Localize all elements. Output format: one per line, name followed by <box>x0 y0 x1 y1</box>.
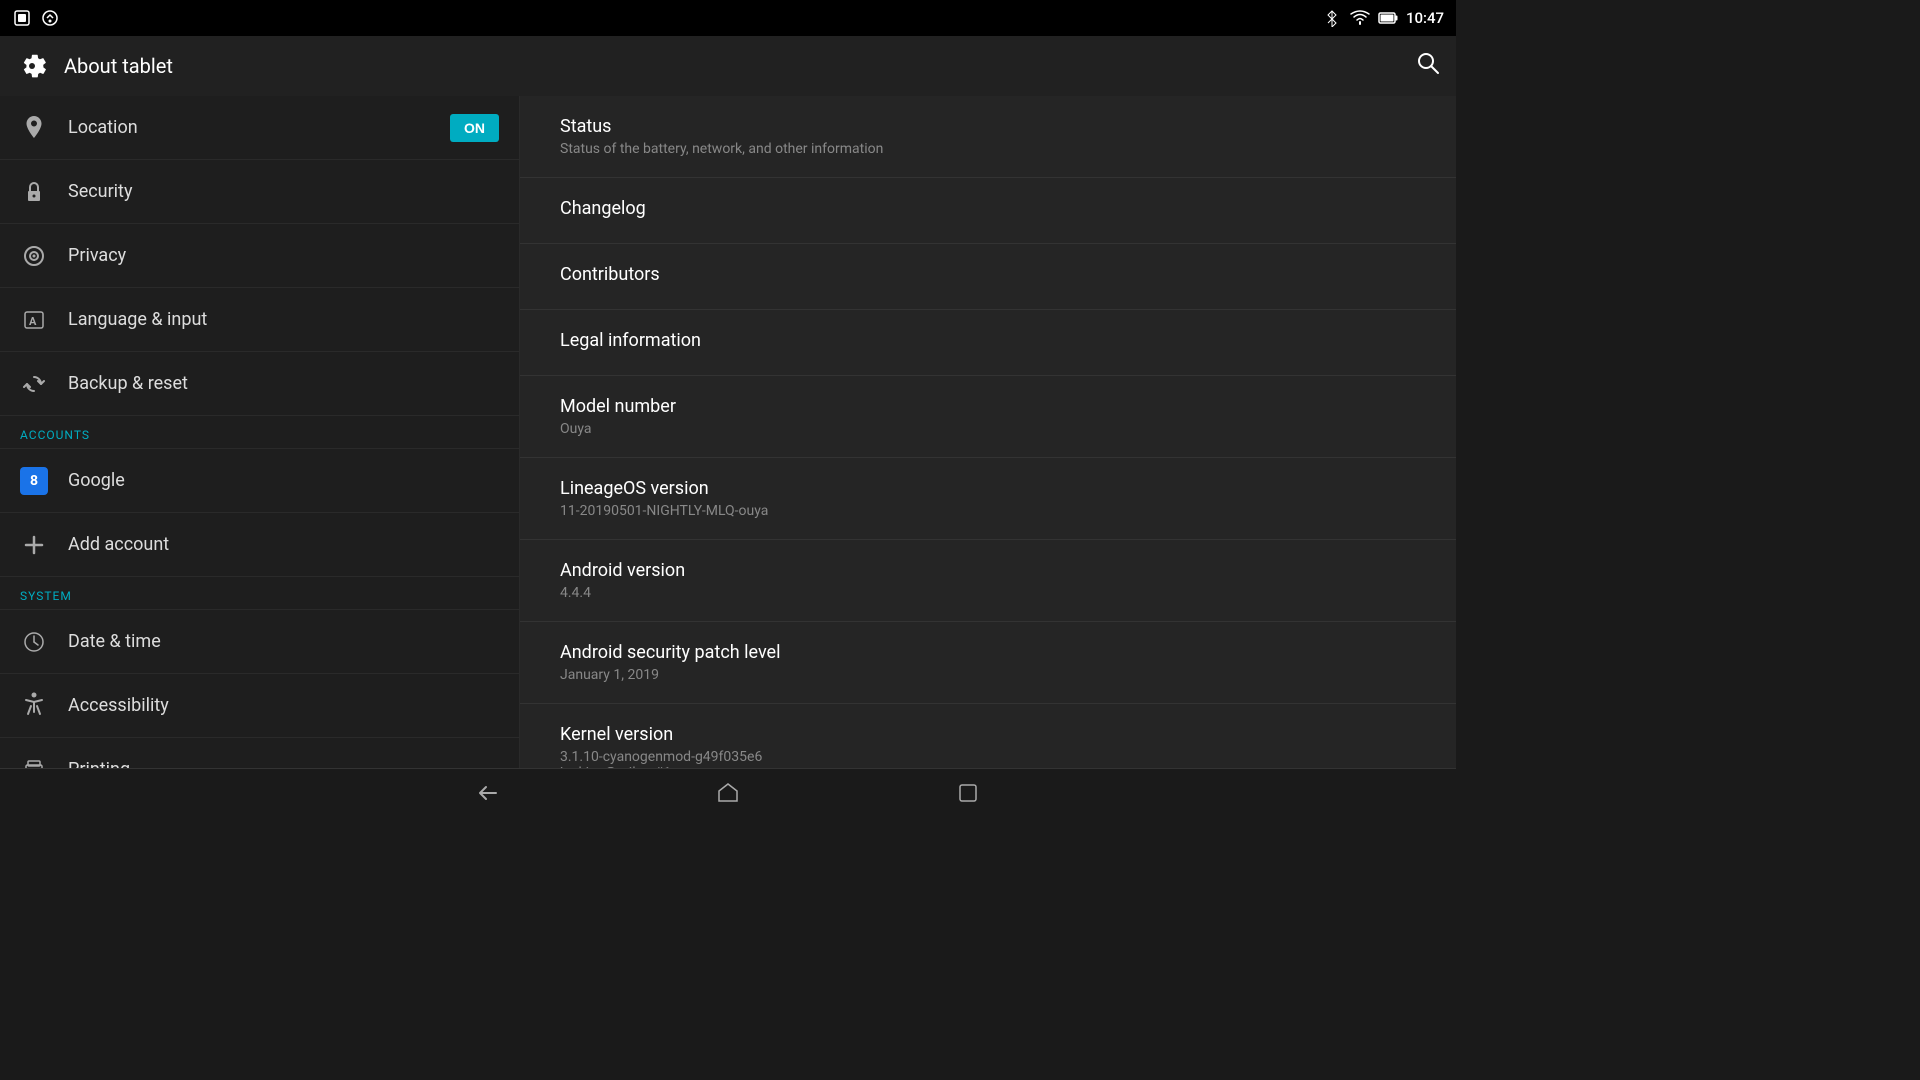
kernel-title: Kernel version <box>560 724 1416 745</box>
nav-bar <box>0 768 1456 816</box>
model-subtitle: Ouya <box>560 421 1416 437</box>
android-version-title: Android version <box>560 560 1416 581</box>
svg-text:A: A <box>29 315 37 328</box>
changelog-title: Changelog <box>560 198 1416 219</box>
sidebar-item-security-label: Security <box>68 181 132 202</box>
search-button[interactable] <box>1416 51 1440 81</box>
android-version-subtitle: 4.4.4 <box>560 585 1416 601</box>
battery-icon <box>1378 8 1398 28</box>
accounts-section-header: ACCOUNTS <box>0 416 519 449</box>
main-layout: Location ON Security <box>0 96 1456 768</box>
location-icon <box>20 114 48 142</box>
time-display: 10:47 <box>1406 9 1444 27</box>
top-bar-left: About tablet <box>16 50 173 82</box>
app-icon-1 <box>12 8 32 28</box>
sidebar-item-date-time[interactable]: Date & time <box>0 610 519 674</box>
privacy-icon <box>20 242 48 270</box>
legal-title: Legal information <box>560 330 1416 351</box>
status-title: Status <box>560 116 1416 137</box>
sidebar-item-accessibility-label: Accessibility <box>68 695 169 716</box>
sidebar-item-language[interactable]: A Language & input <box>0 288 519 352</box>
kernel-subtitle: 3.1.10-cyanogenmod-g49f035e6 jenkins@mil… <box>560 749 1416 768</box>
system-section-header: SYSTEM <box>0 577 519 610</box>
content-item-security-patch[interactable]: Android security patch level January 1, … <box>520 622 1456 704</box>
sidebar-item-printing-label: Printing <box>68 759 130 768</box>
security-icon <box>20 178 48 206</box>
back-button[interactable] <box>468 773 508 813</box>
status-bar: 10:47 <box>0 0 1456 36</box>
content-item-lineageos[interactable]: LineageOS version 11-20190501-NIGHTLY-ML… <box>520 458 1456 540</box>
content-item-status[interactable]: Status Status of the battery, network, a… <box>520 96 1456 178</box>
google-icon: 8 <box>20 467 48 495</box>
content-item-contributors[interactable]: Contributors <box>520 244 1456 310</box>
top-bar: About tablet <box>0 36 1456 96</box>
contributors-title: Contributors <box>560 264 1416 285</box>
home-button[interactable] <box>708 773 748 813</box>
wifi-icon <box>1350 8 1370 28</box>
accessibility-icon <box>20 692 48 720</box>
content-item-model[interactable]: Model number Ouya <box>520 376 1456 458</box>
lineageos-title: LineageOS version <box>560 478 1416 499</box>
page-title: About tablet <box>64 54 173 78</box>
sidebar-item-privacy[interactable]: Privacy <box>0 224 519 288</box>
printing-icon <box>20 756 48 769</box>
settings-gear-icon <box>16 50 48 82</box>
status-bar-left <box>12 8 60 28</box>
sidebar-item-add-account[interactable]: Add account <box>0 513 519 577</box>
sidebar-item-location-label: Location <box>68 117 138 138</box>
app-icon-2 <box>40 8 60 28</box>
language-icon: A <box>20 306 48 334</box>
date-time-icon <box>20 628 48 656</box>
security-patch-subtitle: January 1, 2019 <box>560 667 1416 683</box>
sidebar-item-add-account-label: Add account <box>68 534 169 555</box>
content-item-android-version[interactable]: Android version 4.4.4 <box>520 540 1456 622</box>
content-item-kernel[interactable]: Kernel version 3.1.10-cyanogenmod-g49f03… <box>520 704 1456 768</box>
sidebar-item-google-label: Google <box>68 470 125 491</box>
sidebar-item-printing[interactable]: Printing <box>0 738 519 768</box>
sidebar-item-date-time-label: Date & time <box>68 631 161 652</box>
sidebar-item-privacy-label: Privacy <box>68 245 126 266</box>
model-title: Model number <box>560 396 1416 417</box>
sidebar-item-security[interactable]: Security <box>0 160 519 224</box>
content-item-changelog[interactable]: Changelog <box>520 178 1456 244</box>
sidebar-item-language-label: Language & input <box>68 309 207 330</box>
sidebar-item-location[interactable]: Location ON <box>0 96 519 160</box>
content-item-legal[interactable]: Legal information <box>520 310 1456 376</box>
status-bar-right: 10:47 <box>1322 8 1444 28</box>
status-subtitle: Status of the battery, network, and othe… <box>560 141 1416 157</box>
add-account-icon <box>20 531 48 559</box>
recents-button[interactable] <box>948 773 988 813</box>
content-area: Status Status of the battery, network, a… <box>520 96 1456 768</box>
sidebar-item-backup[interactable]: Backup & reset <box>0 352 519 416</box>
sidebar-item-accessibility[interactable]: Accessibility <box>0 674 519 738</box>
bluetooth-icon <box>1322 8 1342 28</box>
location-toggle[interactable]: ON <box>450 114 499 142</box>
sidebar: Location ON Security <box>0 96 520 768</box>
lineageos-subtitle: 11-20190501-NIGHTLY-MLQ-ouya <box>560 503 1416 519</box>
security-patch-title: Android security patch level <box>560 642 1416 663</box>
sidebar-item-google[interactable]: 8 Google <box>0 449 519 513</box>
backup-icon <box>20 370 48 398</box>
sidebar-item-backup-label: Backup & reset <box>68 373 188 394</box>
